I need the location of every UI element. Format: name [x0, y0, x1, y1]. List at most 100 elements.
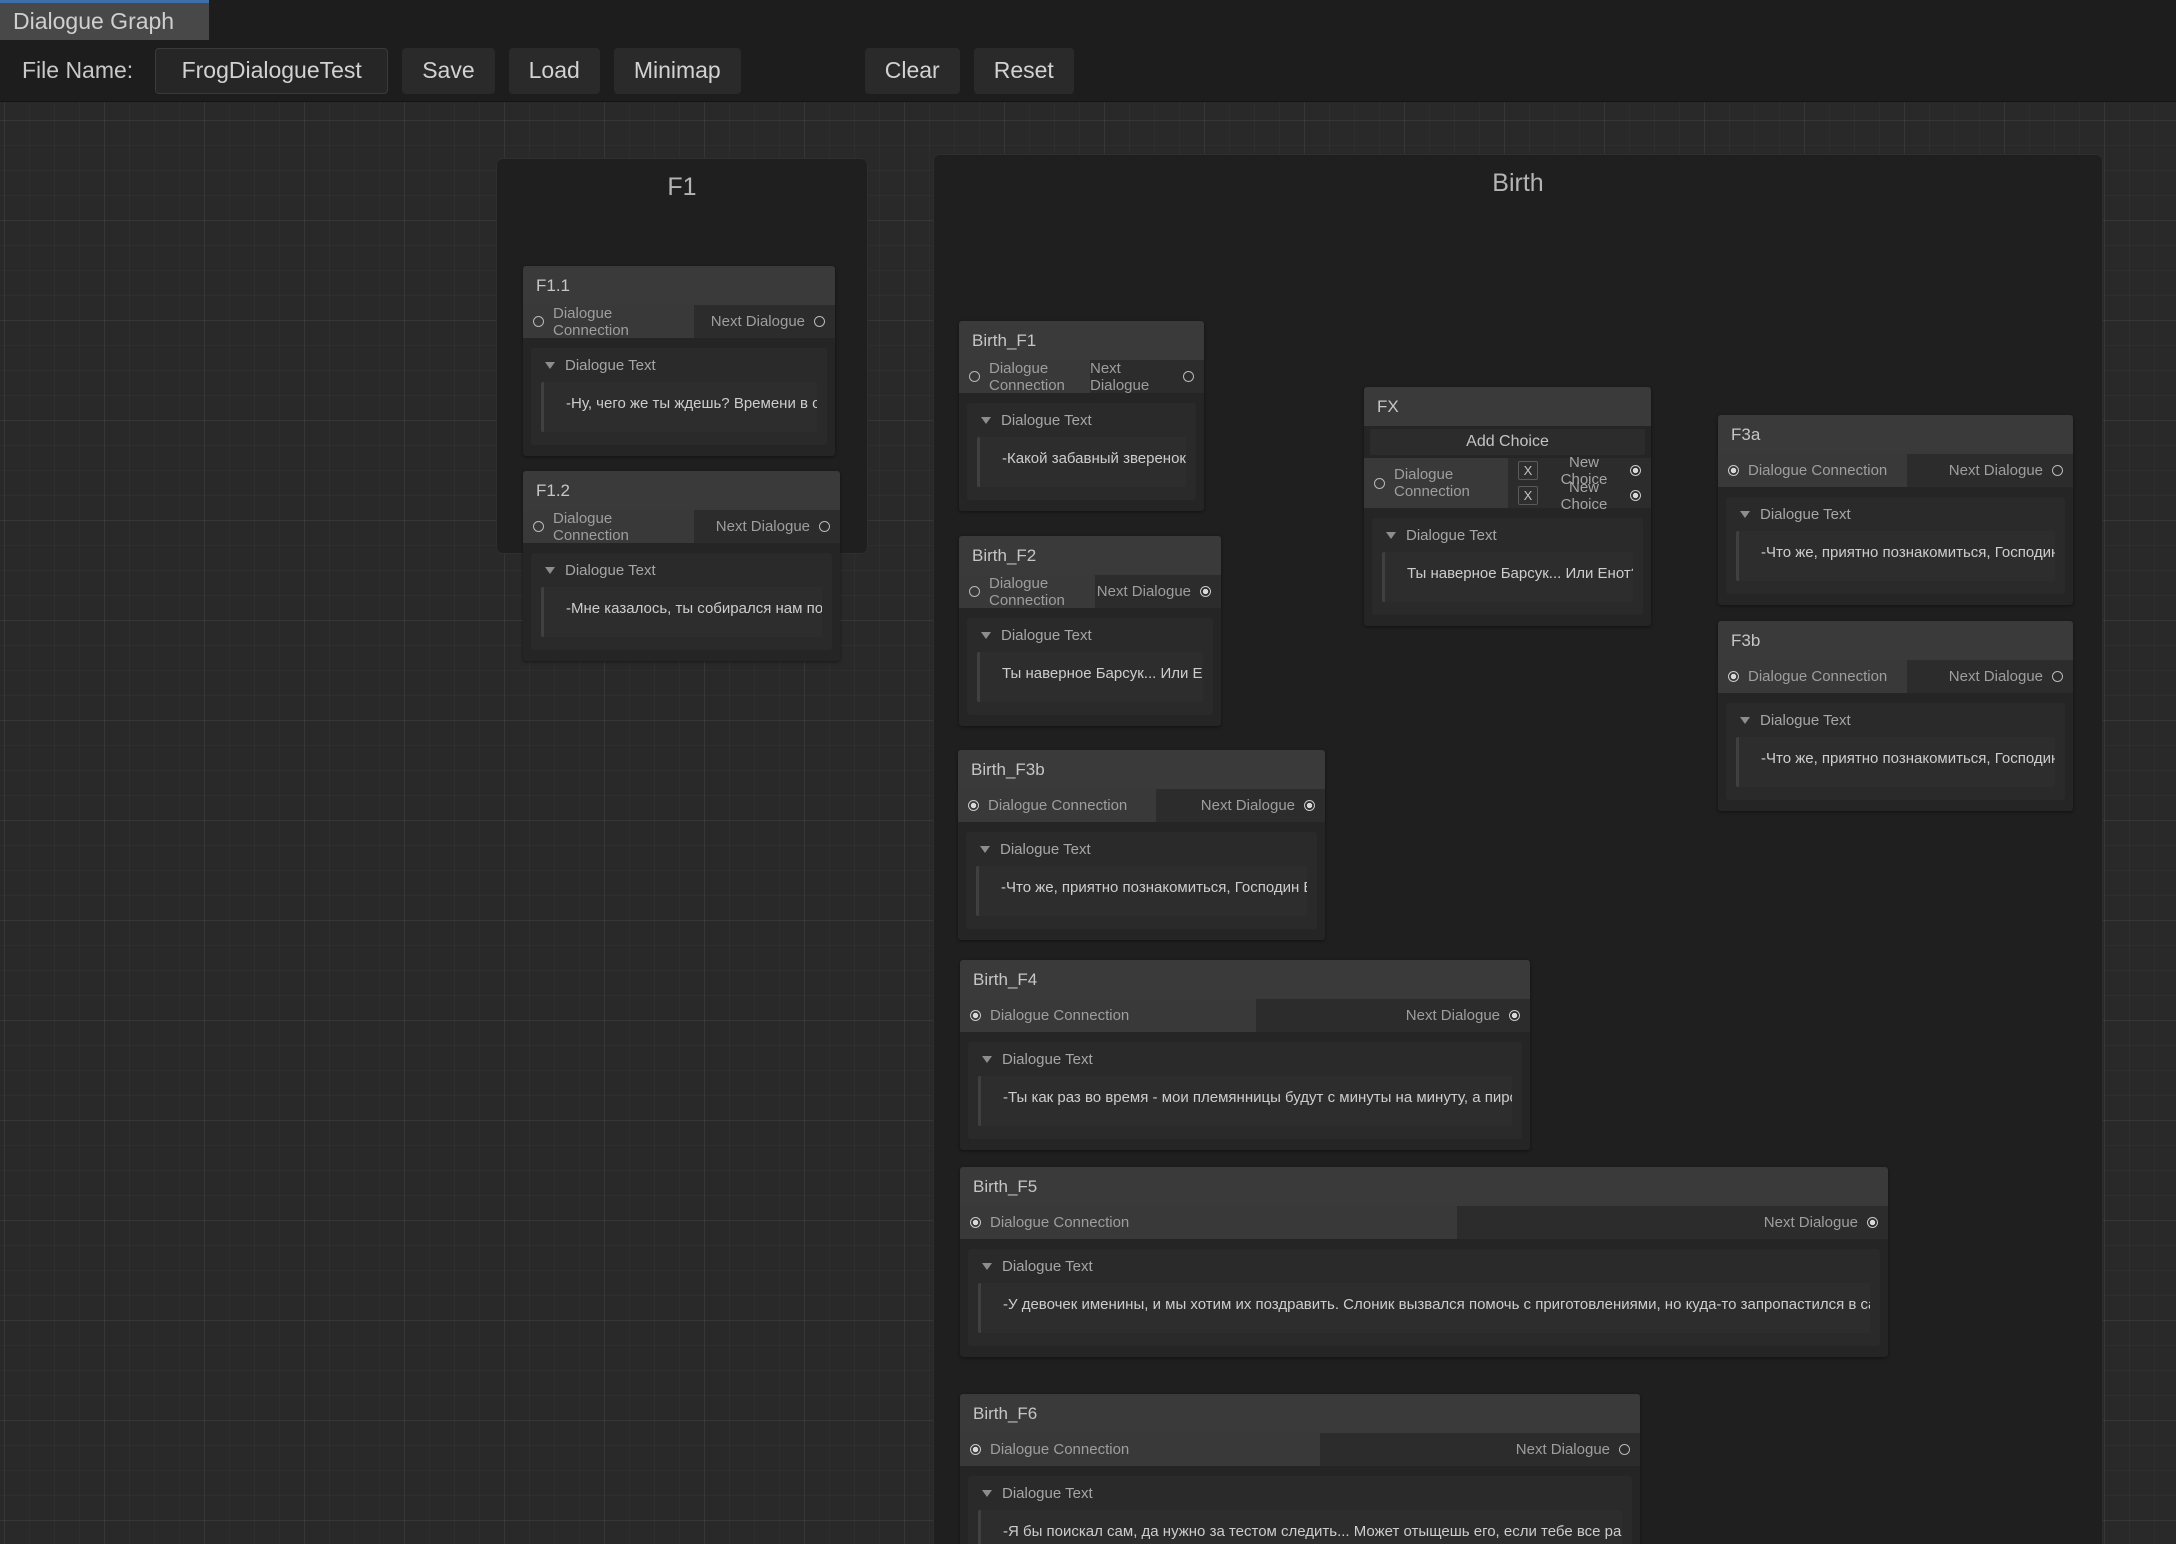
dialogue-text-foldout[interactable]: Dialogue Text: [1736, 712, 2055, 729]
dialogue-text-input[interactable]: -Я бы поискал сам, да нужно за тестом сл…: [978, 1510, 1622, 1544]
foldout-label: Dialogue Text: [1406, 527, 1497, 544]
dialogue-text-foldout[interactable]: Dialogue Text: [977, 627, 1203, 644]
node-f1-1[interactable]: F1.1 Dialogue Connection Next Dialogue D…: [523, 266, 835, 456]
node-title[interactable]: Birth_F1: [959, 321, 1204, 360]
dialogue-text-input[interactable]: -Мне казалось, ты собирался нам помочь..…: [541, 587, 822, 637]
node-title[interactable]: F1.1: [523, 266, 835, 305]
output-port-next-dialogue[interactable]: Next Dialogue: [1090, 359, 1204, 394]
dialogue-text-input[interactable]: Ты наверное Барсук... Или Енот?: [977, 652, 1203, 702]
node-ports: Dialogue Connection Next Dialogue: [959, 575, 1221, 609]
dialogue-text-foldout[interactable]: Dialogue Text: [541, 357, 817, 374]
choice-port-row[interactable]: X New Choice: [1508, 479, 1651, 513]
dialogue-text-foldout[interactable]: Dialogue Text: [978, 1485, 1622, 1502]
input-port-dialogue-connection[interactable]: Dialogue Connection: [959, 359, 1090, 394]
save-button[interactable]: Save: [402, 47, 495, 94]
dialogue-text-foldout[interactable]: Dialogue Text: [977, 412, 1186, 429]
output-port-next-dialogue[interactable]: Next Dialogue: [1320, 1433, 1640, 1466]
graph-canvas[interactable]: F1 F1.1 Dialogue Connection Next Dialogu…: [0, 102, 2176, 1544]
node-title[interactable]: F3b: [1718, 621, 2073, 660]
dialogue-text-input[interactable]: Ты наверное Барсук... Или Енот?: [1382, 552, 1633, 602]
dialogue-text-input[interactable]: -Что же, приятно познакомиться, Господин…: [1736, 531, 2055, 581]
input-port-dialogue-connection[interactable]: Dialogue Connection: [523, 305, 694, 339]
output-port-next-dialogue[interactable]: Next Dialogue: [1457, 1206, 1888, 1239]
node-ports: Dialogue Connection Next Dialogue: [958, 789, 1325, 822]
dialogue-text-input[interactable]: -У девочек именины, и мы хотим их поздра…: [978, 1283, 1870, 1333]
input-port-dialogue-connection[interactable]: Dialogue Connection: [1718, 454, 1907, 487]
node-title[interactable]: Birth_F4: [960, 960, 1530, 999]
node-birth-f5[interactable]: Birth_F5 Dialogue Connection Next Dialog…: [960, 1167, 1888, 1357]
clear-button[interactable]: Clear: [864, 47, 960, 94]
port-dot-icon: [1619, 1444, 1630, 1455]
port-dot-icon: [969, 586, 980, 597]
node-title[interactable]: Birth_F2: [959, 536, 1221, 575]
foldout-label: Dialogue Text: [1760, 506, 1851, 523]
output-port-next-dialogue[interactable]: Next Dialogue: [694, 305, 835, 338]
group-title-birth: Birth: [1492, 169, 1544, 197]
dialogue-text-foldout[interactable]: Dialogue Text: [976, 841, 1307, 858]
input-port-dialogue-connection[interactable]: Dialogue Connection: [960, 1206, 1457, 1239]
port-dot-icon: [819, 521, 830, 532]
node-fx[interactable]: FX Add Choice Dialogue Connection X New …: [1364, 387, 1651, 626]
reset-button[interactable]: Reset: [973, 47, 1074, 94]
port-label: Dialogue Connection: [989, 359, 1065, 394]
tab-dialogue-graph[interactable]: Dialogue Graph: [0, 3, 209, 40]
port-dot-icon: [1509, 1010, 1520, 1021]
node-birth-f4[interactable]: Birth_F4 Dialogue Connection Next Dialog…: [960, 960, 1530, 1150]
port-dot-icon: [814, 316, 825, 327]
input-port-dialogue-connection[interactable]: Dialogue Connection: [958, 789, 1156, 822]
node-birth-f1[interactable]: Birth_F1 Dialogue Connection Next Dialog…: [959, 321, 1204, 511]
output-port-next-dialogue[interactable]: Next Dialogue: [1156, 789, 1325, 822]
node-title[interactable]: Birth_F5: [960, 1167, 1888, 1206]
dialogue-text-input[interactable]: -Что же, приятно познакомиться, Господин…: [976, 866, 1307, 916]
node-body: Dialogue Text Ты наверное Барсук... Или …: [967, 618, 1213, 715]
chevron-down-icon: [1386, 532, 1396, 539]
dialogue-text-input[interactable]: -Какой забавный зверенок!: [977, 437, 1186, 487]
dialogue-text-input[interactable]: -Ты как раз во время - мои племянницы бу…: [978, 1076, 1512, 1126]
node-title[interactable]: FX: [1364, 387, 1651, 426]
port-label: Next Dialogue: [1200, 797, 1295, 814]
node-title[interactable]: Birth_F6: [960, 1394, 1640, 1433]
output-port-next-dialogue[interactable]: Next Dialogue: [1907, 454, 2073, 487]
dialogue-text-input[interactable]: -Что же, приятно познакомиться, Господин…: [1736, 737, 2055, 787]
dialogue-text-foldout[interactable]: Dialogue Text: [1382, 527, 1633, 544]
input-port-dialogue-connection[interactable]: Dialogue Connection: [959, 575, 1095, 609]
output-port-next-dialogue[interactable]: Next Dialogue: [1907, 660, 2073, 693]
input-port-dialogue-connection[interactable]: Dialogue Connection: [523, 510, 694, 544]
dialogue-text-foldout[interactable]: Dialogue Text: [978, 1258, 1870, 1275]
input-port-dialogue-connection[interactable]: Dialogue Connection: [960, 999, 1256, 1032]
node-birth-f2[interactable]: Birth_F2 Dialogue Connection Next Dialog…: [959, 536, 1221, 726]
choice-label[interactable]: New Choice: [1548, 479, 1620, 513]
output-port-next-dialogue[interactable]: Next Dialogue: [1095, 575, 1221, 608]
dialogue-text-foldout[interactable]: Dialogue Text: [978, 1051, 1512, 1068]
port-label: Next Dialogue: [1948, 668, 2043, 685]
dialogue-text-foldout[interactable]: Dialogue Text: [541, 562, 822, 579]
dialogue-text-foldout[interactable]: Dialogue Text: [1736, 506, 2055, 523]
node-f3a[interactable]: F3a Dialogue Connection Next Dialogue Di…: [1718, 415, 2073, 605]
node-title[interactable]: Birth_F3b: [958, 750, 1325, 789]
output-port-next-dialogue[interactable]: Next Dialogue: [1256, 999, 1530, 1032]
node-birth-f6[interactable]: Birth_F6 Dialogue Connection Next Dialog…: [960, 1394, 1640, 1544]
foldout-label: Dialogue Text: [1002, 1258, 1093, 1275]
node-f1-2[interactable]: F1.2 Dialogue Connection Next Dialogue D…: [523, 471, 840, 661]
node-f3b[interactable]: F3b Dialogue Connection Next Dialogue Di…: [1718, 621, 2073, 811]
add-choice-button[interactable]: Add Choice: [1370, 429, 1645, 455]
remove-choice-button[interactable]: X: [1518, 486, 1538, 505]
input-port-dialogue-connection[interactable]: Dialogue Connection: [1718, 660, 1907, 693]
port-label: Dialogue Connection: [988, 797, 1128, 814]
file-name-input[interactable]: FrogDialogueTest: [155, 47, 389, 94]
port-label: Next Dialogue: [1090, 359, 1150, 394]
output-port-next-dialogue[interactable]: Next Dialogue: [694, 510, 840, 543]
port-dot-icon: [533, 316, 544, 327]
node-title[interactable]: F3a: [1718, 415, 2073, 454]
input-port-dialogue-connection[interactable]: Dialogue Connection: [960, 1433, 1320, 1466]
input-port-dialogue-connection[interactable]: Dialogue Connection: [1364, 458, 1508, 508]
chevron-down-icon: [982, 1263, 992, 1270]
remove-choice-button[interactable]: X: [1518, 461, 1538, 480]
dialogue-text-input[interactable]: -Ну, чего же ты ждешь? Времени в обрез!: [541, 382, 817, 432]
node-body: Dialogue Text Ты наверное Барсук... Или …: [1372, 518, 1643, 615]
node-title[interactable]: F1.2: [523, 471, 840, 510]
load-button[interactable]: Load: [508, 47, 600, 94]
node-ports: Dialogue Connection Next Dialogue: [1718, 454, 2073, 487]
node-birth-f3b[interactable]: Birth_F3b Dialogue Connection Next Dialo…: [958, 750, 1325, 940]
minimap-button[interactable]: Minimap: [613, 47, 741, 94]
